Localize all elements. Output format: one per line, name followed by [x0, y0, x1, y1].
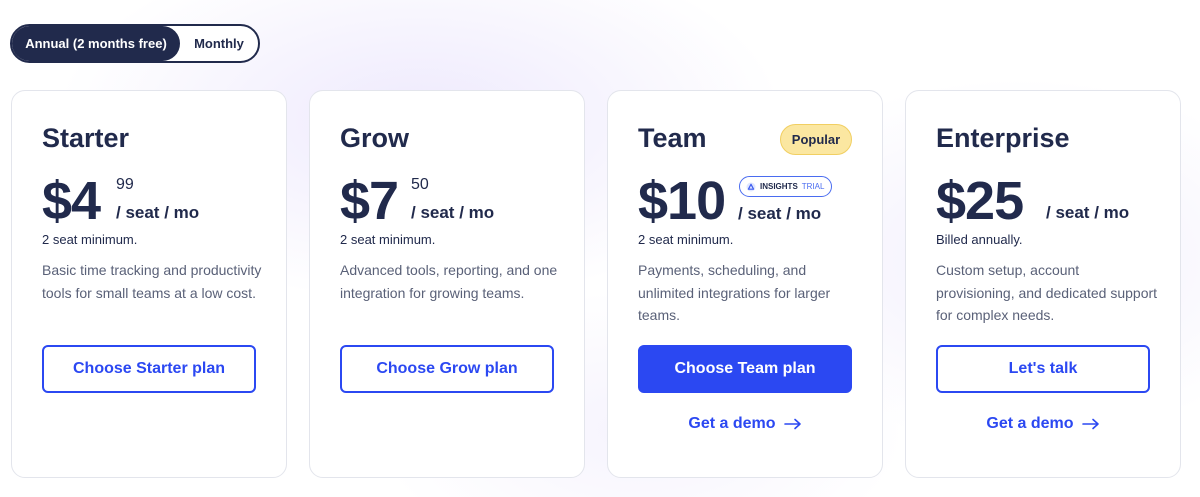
price-cents: 50 — [411, 176, 429, 193]
get-demo-label: Get a demo — [688, 415, 776, 432]
billing-period-toggle[interactable]: Annual (2 months free) Monthly — [10, 24, 260, 63]
arrow-right-icon — [783, 418, 802, 430]
price-unit: / seat / mo — [738, 204, 822, 223]
plan-card-starter: Starter $4 99 / seat / mo 2 seat minimum… — [11, 90, 287, 478]
plan-name: Team — [638, 123, 707, 153]
get-demo-link[interactable]: Get a demo — [638, 413, 852, 435]
plan-name: Starter — [42, 123, 130, 153]
plan-description: Advanced tools, reporting, and one integ… — [340, 262, 558, 301]
plan-description: Payments, scheduling, and unlimited inte… — [638, 262, 831, 323]
insights-label: INSIGHTS — [760, 182, 798, 191]
plan-description: Custom setup, account provisioning, and … — [936, 262, 1158, 323]
plan-description: Basic time tracking and productivity too… — [42, 262, 262, 301]
plan-note: 2 seat minimum. — [42, 232, 138, 247]
price-unit: / seat / mo — [116, 203, 200, 222]
choose-starter-button[interactable]: Choose Starter plan — [42, 345, 256, 393]
plan-note: 2 seat minimum. — [340, 232, 436, 247]
price-amount: $10 — [638, 171, 726, 231]
price-amount: $7 — [340, 171, 399, 231]
popular-badge: Popular — [780, 124, 852, 155]
price-amount: $25 — [936, 171, 1024, 231]
plan-note: 2 seat minimum. — [638, 232, 734, 247]
billing-monthly-option[interactable]: Monthly — [180, 26, 258, 61]
insights-trial-label: TRIAL — [801, 182, 825, 191]
get-demo-link[interactable]: Get a demo — [936, 413, 1150, 435]
choose-grow-button[interactable]: Choose Grow plan — [340, 345, 554, 393]
plan-card-team: Team Popular INSIGHTS TRIAL $10 / seat /… — [607, 90, 883, 478]
lets-talk-button[interactable]: Let's talk — [936, 345, 1150, 393]
plan-card-grow: Grow $7 50 / seat / mo 2 seat minimum. A… — [309, 90, 585, 478]
insights-trial-badge: INSIGHTS TRIAL — [739, 176, 833, 197]
billing-annual-option[interactable]: Annual (2 months free) — [12, 26, 180, 61]
plan-name: Enterprise — [936, 123, 1070, 153]
plan-name: Grow — [340, 123, 410, 153]
insights-logo-icon — [746, 182, 756, 191]
plan-note: Billed annually. — [936, 232, 1023, 247]
price-amount: $4 — [42, 171, 101, 231]
get-demo-label: Get a demo — [986, 415, 1074, 432]
price-unit: / seat / mo — [1046, 203, 1130, 222]
arrow-right-icon — [1081, 418, 1100, 430]
price-cents: 99 — [116, 176, 134, 193]
plan-card-enterprise: Enterprise $25 / seat / mo Billed annual… — [905, 90, 1181, 478]
choose-team-button[interactable]: Choose Team plan — [638, 345, 852, 393]
price-unit: / seat / mo — [411, 203, 495, 222]
